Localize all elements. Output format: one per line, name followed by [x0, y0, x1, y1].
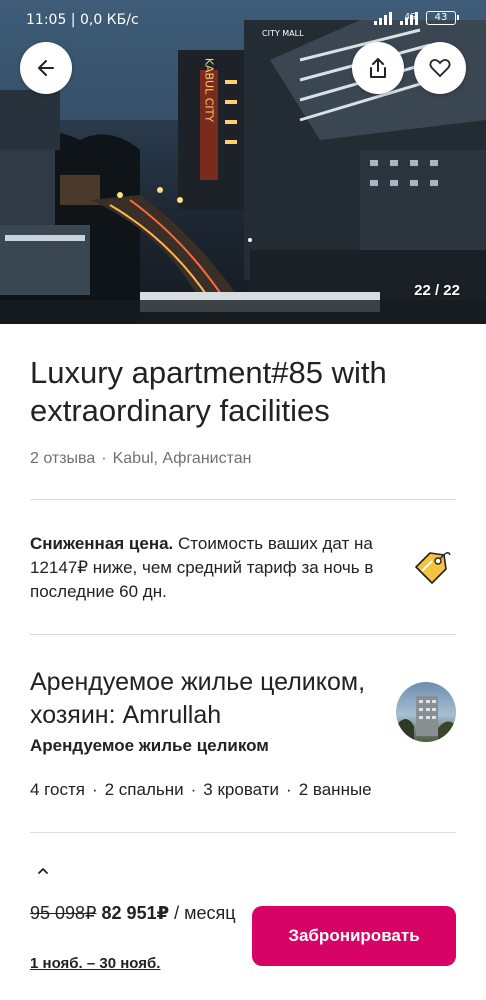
divider [30, 634, 456, 635]
signal-icon-2 [400, 11, 418, 25]
features-list: 4 гостя · 2 спальни · 3 кровати · 2 ванные [30, 780, 372, 800]
host-subtitle: Арендуемое жилье целиком [30, 736, 269, 755]
dates-link[interactable]: 1 нояб. – 30 нояб. [30, 955, 160, 972]
host-title: Арендуемое жилье целиком, хозяин: Amrull… [30, 668, 366, 729]
price-note-bold: Сниженная цена. [30, 534, 174, 553]
feature-guests: 4 гостя [30, 780, 85, 799]
battery-icon: 43 [426, 11, 459, 25]
feature-beds: 3 кровати [203, 780, 280, 799]
meta-separator: · [101, 450, 107, 467]
divider [30, 832, 456, 833]
book-button[interactable]: Забронировать [252, 906, 456, 966]
share-button[interactable] [352, 42, 404, 94]
new-price: 82 951₽ [101, 903, 170, 923]
feature-bedrooms: 2 спальни [104, 780, 184, 799]
listing-photo[interactable]: KABUL CITY CITY MALL 11:05 | 0,0 КБ/с 43… [0, 0, 486, 324]
status-icons: 43 [374, 11, 459, 25]
feature-separator: · [190, 780, 197, 799]
heart-icon [429, 59, 451, 77]
old-price: 95 098₽ [30, 903, 97, 923]
city-night-photo: KABUL CITY CITY MALL [0, 0, 486, 324]
status-time: 11:05 | 0,0 КБ/с [26, 12, 139, 28]
avatar-image [396, 696, 456, 742]
status-bar: 11:05 | 0,0 КБ/с 4G 43 [0, 0, 486, 42]
host-avatar[interactable] [396, 682, 456, 742]
listing-title: Luxury apartment#85 with extraordinary f… [30, 355, 387, 428]
favorite-button[interactable] [414, 42, 466, 94]
price-drop-note: Сниженная цена. Стоимость ваших дат на 1… [30, 532, 380, 604]
kabul-city-sign: KABUL CITY [203, 58, 216, 122]
photo-counter: 22 / 22 [414, 282, 460, 299]
chevron-up-icon[interactable] [36, 866, 50, 876]
feature-separator: · [286, 780, 292, 799]
price-period: / месяц [169, 903, 236, 923]
feature-baths: 2 ванные [298, 780, 372, 799]
feature-separator: · [91, 780, 98, 799]
location-link[interactable]: Kabul, Афганистан [113, 450, 252, 467]
footer-price: 95 098₽ 82 951₽ / месяц [30, 900, 236, 926]
signal-icon [374, 11, 392, 25]
divider [30, 499, 456, 500]
share-icon [370, 58, 386, 78]
reviews-link[interactable]: 2 отзыва [30, 450, 95, 467]
listing-meta: 2 отзыва · Kabul, Афганистан [30, 450, 251, 468]
arrow-left-icon [38, 60, 54, 76]
price-tag-icon [415, 552, 451, 584]
back-button[interactable] [20, 42, 72, 94]
